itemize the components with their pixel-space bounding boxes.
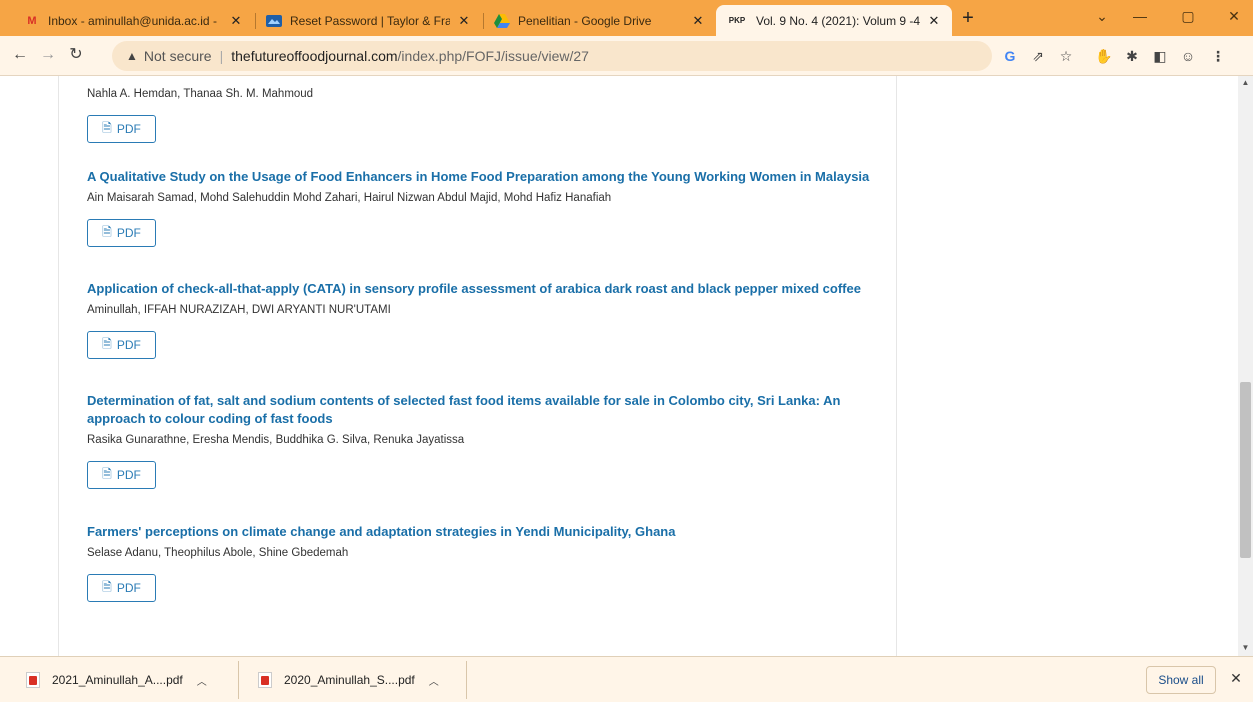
article-authors: Nahla A. Hemdan, Thanaa Sh. M. Mahmoud (87, 88, 314, 100)
pdf-button[interactable]: 🗎 PDF (87, 219, 156, 247)
new-tab-button[interactable]: + (958, 8, 978, 29)
show-all-button[interactable]: Show all (1146, 666, 1216, 694)
download-filename: 2020_Aminullah_S....pdf (284, 673, 415, 687)
pdf-icon: 🗎 (102, 466, 112, 481)
sidebar-divider (896, 76, 897, 656)
reload-icon[interactable]: ↻ (64, 44, 88, 68)
pdf-icon: 🗎 (102, 224, 112, 239)
google-drive-icon (494, 13, 510, 29)
address-bar[interactable]: ▲ Not secure | thefutureoffoodjournal.co… (112, 41, 992, 71)
article-authors: Selase Adanu, Theophilus Abole, Shine Gb… (87, 547, 349, 559)
close-icon[interactable]: ✕ (690, 13, 706, 29)
tab-title: Vol. 9 No. 4 (2021): Volum 9 -4 | F (756, 13, 920, 28)
pdf-button[interactable]: 🗎 PDF (87, 331, 156, 359)
tab-gmail[interactable]: M Inbox - aminullah@unida.ac.id - ✕ (14, 5, 254, 36)
google-translate-icon[interactable]: G (1000, 46, 1020, 66)
pdf-icon: 🗎 (102, 120, 112, 135)
download-item[interactable]: 2020_Aminullah_S....pdf ︿ (258, 657, 439, 702)
gmail-icon: M (27, 14, 37, 27)
tab-fofj-issue[interactable]: PKP Vol. 9 No. 4 (2021): Volum 9 -4 | F … (716, 5, 952, 36)
scroll-down-icon[interactable]: ▼ (1238, 643, 1253, 652)
article-title-link[interactable]: Application of check-all-that-apply (CAT… (87, 280, 877, 298)
back-icon[interactable]: ← (8, 44, 32, 68)
warning-icon[interactable]: ▲ (126, 49, 138, 63)
pdf-label: PDF (116, 122, 141, 136)
article-item: Determination of fat, salt and sodium co… (87, 392, 877, 489)
article-authors: Aminullah, IFFAH NURAZIZAH, DWI ARYANTI … (87, 304, 391, 316)
close-icon[interactable]: ✕ (926, 13, 942, 29)
tab-title: Reset Password | Taylor & Francis (290, 13, 450, 28)
content-divider (58, 76, 59, 656)
url-path: /index.php/FOFJ/issue/view/27 (397, 48, 589, 64)
tab-title: Inbox - aminullah@unida.ac.id - (48, 13, 217, 28)
download-filename: 2021_Aminullah_A....pdf (52, 673, 183, 687)
divider: | (219, 48, 224, 64)
pdf-icon: 🗎 (102, 336, 112, 351)
puzzle-icon[interactable]: ✱ (1122, 46, 1142, 66)
pdf-label: PDF (116, 468, 141, 482)
downloads-bar: 2021_Aminullah_A....pdf ︿ 2020_Aminullah… (0, 656, 1253, 702)
pdf-file-icon (26, 672, 40, 688)
vertical-scrollbar[interactable]: ▲ ▼ (1238, 76, 1253, 656)
forward-icon[interactable]: → (36, 44, 60, 68)
taylor-francis-icon (266, 13, 282, 29)
restore-button[interactable]: ▢ (1176, 8, 1200, 25)
pkp-icon: PKP (728, 16, 746, 25)
article-item: Application of check-all-that-apply (CAT… (87, 280, 877, 359)
scroll-up-icon[interactable]: ▲ (1238, 78, 1253, 87)
share-icon[interactable]: ⇗ (1028, 46, 1048, 66)
page-content: Nahla A. Hemdan, Thanaa Sh. M. Mahmoud 🗎… (0, 76, 1238, 656)
tab-title: Penelitian - Google Drive (518, 13, 652, 28)
tab-search-icon[interactable]: ⌄ (1090, 8, 1114, 25)
article-item: A Qualitative Study on the Usage of Food… (87, 168, 877, 247)
side-panel-icon[interactable]: ◧ (1150, 46, 1170, 66)
pdf-label: PDF (116, 226, 141, 240)
tab-google-drive[interactable]: Penelitian - Google Drive ✕ (484, 5, 716, 36)
article-item: Nahla A. Hemdan, Thanaa Sh. M. Mahmoud 🗎… (87, 82, 877, 143)
url-domain: thefutureoffoodjournal.com (231, 48, 398, 64)
close-window-button[interactable]: ✕ (1222, 8, 1246, 25)
bookmark-star-icon[interactable]: ☆ (1056, 46, 1076, 66)
avatar[interactable]: ☺ (1178, 46, 1198, 66)
article-item: Farmers' perceptions on climate change a… (87, 523, 877, 602)
article-title-link[interactable]: Determination of fat, salt and sodium co… (87, 392, 877, 428)
menu-icon[interactable]: ⋮ (1208, 46, 1228, 66)
close-icon[interactable]: ✕ (456, 13, 472, 29)
chevron-up-icon[interactable]: ︿ (429, 673, 439, 688)
pdf-file-icon (258, 672, 272, 688)
download-item[interactable]: 2021_Aminullah_A....pdf ︿ (26, 657, 207, 702)
close-icon[interactable]: ✕ (1226, 670, 1246, 687)
pdf-icon: 🗎 (102, 579, 112, 594)
tab-taylor-francis[interactable]: Reset Password | Taylor & Francis ✕ (256, 5, 482, 36)
security-status[interactable]: Not secure (144, 48, 212, 64)
article-authors: Rasika Gunarathne, Eresha Mendis, Buddhi… (87, 434, 465, 446)
divider (466, 661, 467, 699)
pdf-button[interactable]: 🗎 PDF (87, 574, 156, 602)
extension-icon[interactable]: ✋ (1094, 46, 1114, 66)
minimize-button[interactable]: — (1128, 8, 1152, 24)
pdf-label: PDF (116, 581, 141, 595)
tab-strip: M Inbox - aminullah@unida.ac.id - ✕ Rese… (0, 0, 1253, 36)
chevron-up-icon[interactable]: ︿ (197, 673, 207, 688)
pdf-label: PDF (116, 338, 141, 352)
divider (238, 661, 239, 699)
close-icon[interactable]: ✕ (228, 13, 244, 29)
browser-toolbar: ← → ↻ ▲ Not secure | thefutureoffoodjour… (0, 36, 1253, 76)
article-title-link[interactable]: Farmers' perceptions on climate change a… (87, 523, 877, 541)
pdf-button[interactable]: 🗎 PDF (87, 461, 156, 489)
article-authors: Ain Maisarah Samad, Mohd Salehuddin Mohd… (87, 192, 612, 204)
pdf-button[interactable]: 🗎 PDF (87, 115, 156, 143)
article-title-link[interactable]: A Qualitative Study on the Usage of Food… (87, 168, 877, 186)
scrollbar-thumb[interactable] (1240, 382, 1251, 558)
